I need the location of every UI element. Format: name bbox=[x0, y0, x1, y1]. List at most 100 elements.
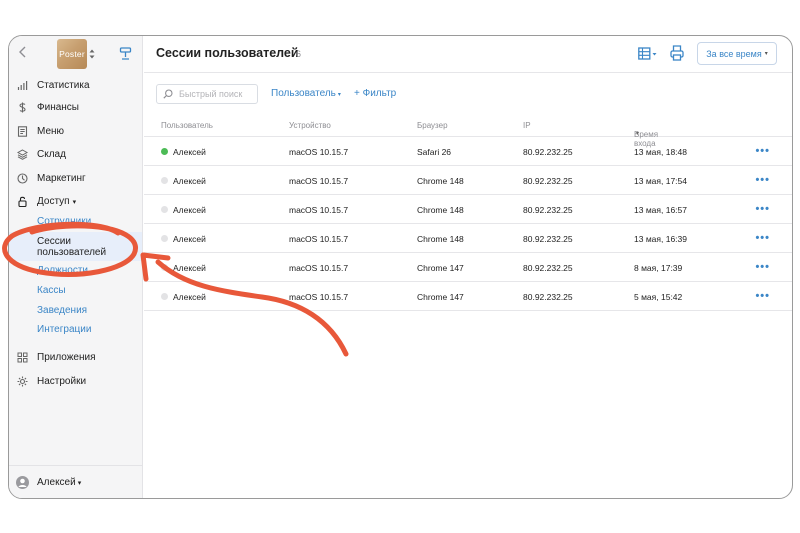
chevron-left-icon[interactable] bbox=[17, 45, 29, 59]
sort-desc-icon: ▾ bbox=[636, 131, 640, 137]
cell-device: macOS 10.15.7 bbox=[289, 205, 349, 215]
add-filter-button[interactable]: + Фильтр bbox=[354, 88, 396, 99]
cell-device: macOS 10.15.7 bbox=[289, 147, 349, 157]
cell-device: macOS 10.15.7 bbox=[289, 292, 349, 302]
sidebar-subitem-positions[interactable]: Должности bbox=[9, 263, 142, 281]
cell-browser: Safari 26 bbox=[417, 147, 452, 157]
sidebar-subitem-employees[interactable]: Сотрудники bbox=[9, 215, 142, 231]
status-dot-icon bbox=[161, 148, 168, 155]
cell-user: Алексей bbox=[173, 176, 206, 186]
cell-browser: Chrome 148 bbox=[417, 205, 464, 215]
sidebar-subitem-venues[interactable]: Заведения bbox=[9, 303, 142, 321]
sidebar-item-settings[interactable]: Настройки bbox=[9, 370, 142, 394]
app-window: Poster Статистика Финансы Меню Склад Мар… bbox=[8, 35, 793, 499]
table-settings-icon[interactable] bbox=[638, 47, 658, 61]
user-name: Алексей ▾ bbox=[37, 477, 81, 488]
cell-browser: Chrome 148 bbox=[417, 234, 464, 244]
more-actions-icon[interactable]: ••• bbox=[755, 261, 770, 273]
chevron-updown-icon[interactable] bbox=[89, 48, 95, 60]
cell-login-time: 13 мая, 16:39 bbox=[634, 234, 687, 244]
print-icon[interactable] bbox=[670, 45, 684, 61]
document-icon bbox=[17, 125, 28, 137]
more-actions-icon[interactable]: ••• bbox=[755, 232, 770, 244]
table-row[interactable]: Алексей macOS 10.15.7 Chrome 147 80.92.232.… bbox=[144, 282, 792, 311]
grid-icon bbox=[17, 352, 28, 363]
period-label: За все время bbox=[706, 48, 762, 59]
column-header-browser[interactable]: Браузер bbox=[417, 121, 448, 130]
sidebar-nav: Статистика Финансы Меню Склад Маркетинг … bbox=[9, 74, 142, 214]
cash-register-icon[interactable] bbox=[119, 46, 132, 61]
status-dot-icon bbox=[161, 264, 168, 271]
avatar-icon bbox=[16, 476, 29, 489]
table-row[interactable]: Алексей macOS 10.15.7 Chrome 148 80.92.232.… bbox=[144, 195, 792, 224]
table-row[interactable]: Алексей macOS 10.15.7 Chrome 147 80.92.232.… bbox=[144, 253, 792, 282]
sidebar-item-label: Финансы bbox=[37, 102, 79, 114]
sidebar-subitem-label: Кассы bbox=[37, 285, 66, 296]
status-dot-icon bbox=[161, 235, 168, 242]
bar-chart-icon bbox=[17, 81, 28, 90]
more-actions-icon[interactable]: ••• bbox=[755, 145, 770, 157]
chevron-down-icon: ▾ bbox=[337, 92, 341, 98]
gear-icon bbox=[17, 376, 28, 387]
cell-browser: Chrome 147 bbox=[417, 263, 464, 273]
sidebar-item-label: Склад bbox=[37, 149, 66, 161]
more-actions-icon[interactable]: ••• bbox=[755, 203, 770, 215]
sidebar-item-menu[interactable]: Меню bbox=[9, 120, 142, 144]
cell-login-time: 8 мая, 17:39 bbox=[634, 263, 683, 273]
cell-ip: 80.92.232.25 bbox=[523, 263, 573, 273]
sidebar-item-marketing[interactable]: Маркетинг bbox=[9, 167, 142, 191]
cell-login-time: 13 мая, 17:54 bbox=[634, 176, 687, 186]
column-header-ip[interactable]: IP bbox=[523, 121, 531, 130]
sessions-count: 6 bbox=[296, 49, 302, 59]
column-header-user[interactable]: Пользователь bbox=[161, 121, 213, 130]
status-dot-icon bbox=[161, 293, 168, 300]
sidebar-item-label: Настройки bbox=[37, 376, 87, 388]
user-menu[interactable]: Алексей ▾ bbox=[9, 465, 142, 498]
sidebar-item-label: Статистика bbox=[37, 79, 90, 91]
status-dot-icon bbox=[161, 206, 168, 213]
page-title: Сессии пользователей bbox=[156, 46, 299, 60]
chevron-down-icon: ▾ bbox=[72, 199, 77, 207]
dollar-icon bbox=[19, 102, 26, 113]
sidebar-item-statistics[interactable]: Статистика bbox=[9, 74, 142, 96]
cell-browser: Chrome 147 bbox=[417, 292, 464, 302]
sidebar-top: Poster bbox=[9, 36, 142, 72]
sidebar-item-finances[interactable]: Финансы bbox=[9, 96, 142, 120]
sidebar: Poster Статистика Финансы Меню Склад Мар… bbox=[9, 36, 143, 498]
cell-ip: 80.92.232.25 bbox=[523, 205, 573, 215]
sidebar-item-apps[interactable]: Приложения bbox=[9, 346, 142, 370]
access-label: Доступ bbox=[37, 196, 70, 208]
more-actions-icon[interactable]: ••• bbox=[755, 174, 770, 186]
cell-user: Алексей bbox=[173, 292, 206, 302]
logo-text: Poster bbox=[59, 49, 85, 59]
table-row[interactable]: Алексей macOS 10.15.7 Safari 26 80.92.232.2… bbox=[144, 137, 792, 166]
cell-user: Алексей bbox=[173, 205, 206, 215]
marketing-icon bbox=[17, 172, 28, 184]
cell-browser: Chrome 148 bbox=[417, 176, 464, 186]
sidebar-item-label: Приложения bbox=[37, 352, 96, 364]
more-actions-icon[interactable]: ••• bbox=[755, 290, 770, 302]
user-name-text: Алексей bbox=[37, 477, 76, 488]
main-content: Сессии пользователей 6 За все время▾ Пол… bbox=[144, 36, 792, 498]
table-row[interactable]: Алексей macOS 10.15.7 Chrome 148 80.92.232.… bbox=[144, 166, 792, 195]
sidebar-item-access[interactable]: Доступ ▾ bbox=[9, 190, 142, 214]
logo[interactable]: Poster bbox=[57, 39, 87, 69]
sidebar-item-warehouse[interactable]: Склад bbox=[9, 143, 142, 167]
column-header-device[interactable]: Устройство bbox=[289, 121, 331, 130]
cell-device: macOS 10.15.7 bbox=[289, 176, 349, 186]
sidebar-subitem-label: Должности bbox=[37, 265, 89, 276]
sidebar-subitem-label: Заведения bbox=[37, 305, 88, 316]
cell-login-time: 13 мая, 18:48 bbox=[634, 147, 687, 157]
user-filter-label: Пользователь bbox=[271, 88, 336, 99]
sidebar-subitem-registers[interactable]: Кассы bbox=[9, 283, 142, 301]
sidebar-subitem-integrations[interactable]: Интеграции bbox=[9, 322, 142, 340]
user-filter-dropdown[interactable]: Пользователь ▾ bbox=[271, 88, 341, 99]
quick-search[interactable] bbox=[156, 84, 259, 104]
sidebar-subitem-user-sessions[interactable]: Сессии пользователей bbox=[9, 232, 142, 261]
period-dropdown-button[interactable]: За все время ▾ bbox=[697, 42, 777, 65]
sidebar-item-label: Доступ ▾ bbox=[37, 196, 76, 207]
search-input[interactable] bbox=[179, 89, 259, 99]
table-row[interactable]: Алексей macOS 10.15.7 Chrome 148 80.92.232.… bbox=[144, 224, 792, 253]
cell-user: Алексей bbox=[173, 147, 206, 157]
sessions-table: Алексей macOS 10.15.7 Safari 26 80.92.232.2… bbox=[144, 137, 792, 311]
